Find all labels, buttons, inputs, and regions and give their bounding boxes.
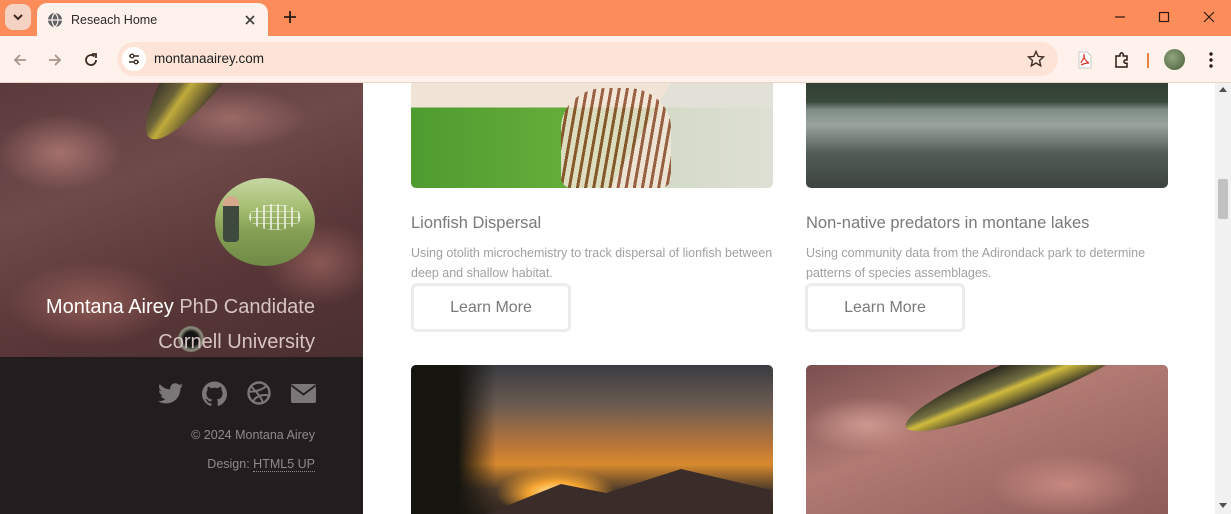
more-vertical-icon — [1209, 52, 1213, 68]
lionfish-project-image[interactable] — [411, 83, 773, 188]
envelope-icon — [290, 383, 316, 403]
scrollbar-thumb[interactable] — [1218, 179, 1228, 219]
dribbble-link[interactable] — [246, 380, 272, 406]
learn-more-button[interactable]: Learn More — [411, 283, 571, 332]
email-link[interactable] — [290, 380, 316, 406]
profile-institution: Cornell University — [158, 331, 315, 353]
back-button[interactable] — [8, 48, 32, 72]
profile-name: Montana Airey — [45, 296, 174, 318]
url-text[interactable]: montanaairey.com — [154, 51, 264, 66]
minimize-icon — [1115, 16, 1125, 18]
profile-role: PhD Candidate — [179, 296, 315, 318]
forward-button[interactable] — [43, 48, 67, 72]
fish-graphic — [897, 365, 1156, 448]
design-credit: Design: HTML5 UP — [207, 457, 315, 472]
fish-graphic — [125, 83, 324, 156]
star-icon — [1027, 50, 1045, 68]
project-title: Lionfish Dispersal — [411, 214, 542, 232]
scroll-up-arrow-icon[interactable] — [1219, 87, 1227, 92]
github-link[interactable] — [201, 380, 227, 406]
montane-lake-project-image[interactable] — [806, 83, 1168, 188]
browser-tab-strip: Reseach Home — [0, 0, 1231, 36]
project-description: Using community data from the Adirondack… — [806, 246, 1146, 280]
chevron-down-icon — [13, 14, 23, 21]
tab-search-button[interactable] — [5, 4, 31, 30]
menu-button[interactable] — [1199, 48, 1223, 72]
twitter-link[interactable] — [157, 380, 183, 406]
github-icon — [201, 381, 227, 406]
profile-photo — [215, 178, 315, 266]
arrow-left-icon — [13, 54, 26, 66]
arrow-right-icon — [49, 54, 62, 66]
close-icon[interactable] — [242, 12, 258, 28]
project-title: Non-native predators in montane lakes — [806, 214, 1090, 232]
sidebar: Montana Airey PhD Candidate Cornell Univ… — [0, 83, 363, 514]
net-graphic — [249, 204, 301, 230]
page-viewport: Montana Airey PhD Candidate Cornell Univ… — [0, 83, 1231, 514]
maximize-button[interactable] — [1141, 0, 1187, 34]
fish-in-hand-project-image[interactable] — [806, 365, 1168, 514]
puzzle-icon — [1115, 52, 1128, 68]
browser-tab[interactable]: Reseach Home — [37, 3, 268, 36]
tree-silhouette-graphic — [411, 365, 496, 514]
html5up-link[interactable]: HTML5 UP — [253, 457, 315, 472]
minimize-button[interactable] — [1097, 0, 1143, 34]
address-bar[interactable]: montanaairey.com — [117, 42, 1058, 76]
bookmark-button[interactable] — [1026, 49, 1046, 69]
twitter-icon — [157, 382, 183, 403]
reload-icon — [85, 53, 97, 66]
maximize-icon — [1158, 11, 1170, 23]
tab-title: Reseach Home — [71, 12, 158, 27]
toolbar-divider — [1147, 53, 1149, 68]
learn-more-button[interactable]: Learn More — [805, 283, 965, 332]
design-credit-label: Design: — [207, 457, 250, 471]
pdf-icon — [1078, 51, 1092, 69]
person-graphic — [223, 196, 239, 242]
sidebar-background-image: Montana Airey PhD Candidate Cornell Univ… — [0, 83, 363, 357]
site-info-button[interactable] — [122, 47, 146, 71]
profile-heading: Montana Airey PhD Candidate — [46, 296, 315, 319]
scroll-down-arrow-icon[interactable] — [1219, 503, 1227, 508]
lionfish-graphic — [561, 88, 671, 188]
copyright-text: © 2024 Montana Airey — [191, 428, 315, 442]
mountain-graphic — [471, 469, 771, 514]
sidebar-footer: © 2024 Montana Airey Design: HTML5 UP — [0, 357, 363, 514]
globe-icon — [47, 12, 63, 28]
new-tab-button[interactable] — [279, 6, 301, 28]
pdf-extension-button[interactable] — [1073, 48, 1097, 72]
plus-icon — [284, 11, 296, 23]
tune-icon — [129, 53, 139, 65]
page-scrollbar[interactable] — [1215, 83, 1231, 514]
profile-avatar[interactable] — [1164, 49, 1185, 70]
extensions-button[interactable] — [1110, 48, 1134, 72]
reload-button[interactable] — [79, 48, 103, 72]
dribbble-icon — [247, 381, 271, 405]
window-close-button[interactable] — [1186, 0, 1231, 34]
project-description: Using otolith microchemistry to track di… — [411, 246, 773, 280]
browser-toolbar: montanaairey.com — [0, 36, 1231, 83]
sunset-lake-project-image[interactable] — [411, 365, 773, 514]
close-icon — [1203, 11, 1215, 23]
